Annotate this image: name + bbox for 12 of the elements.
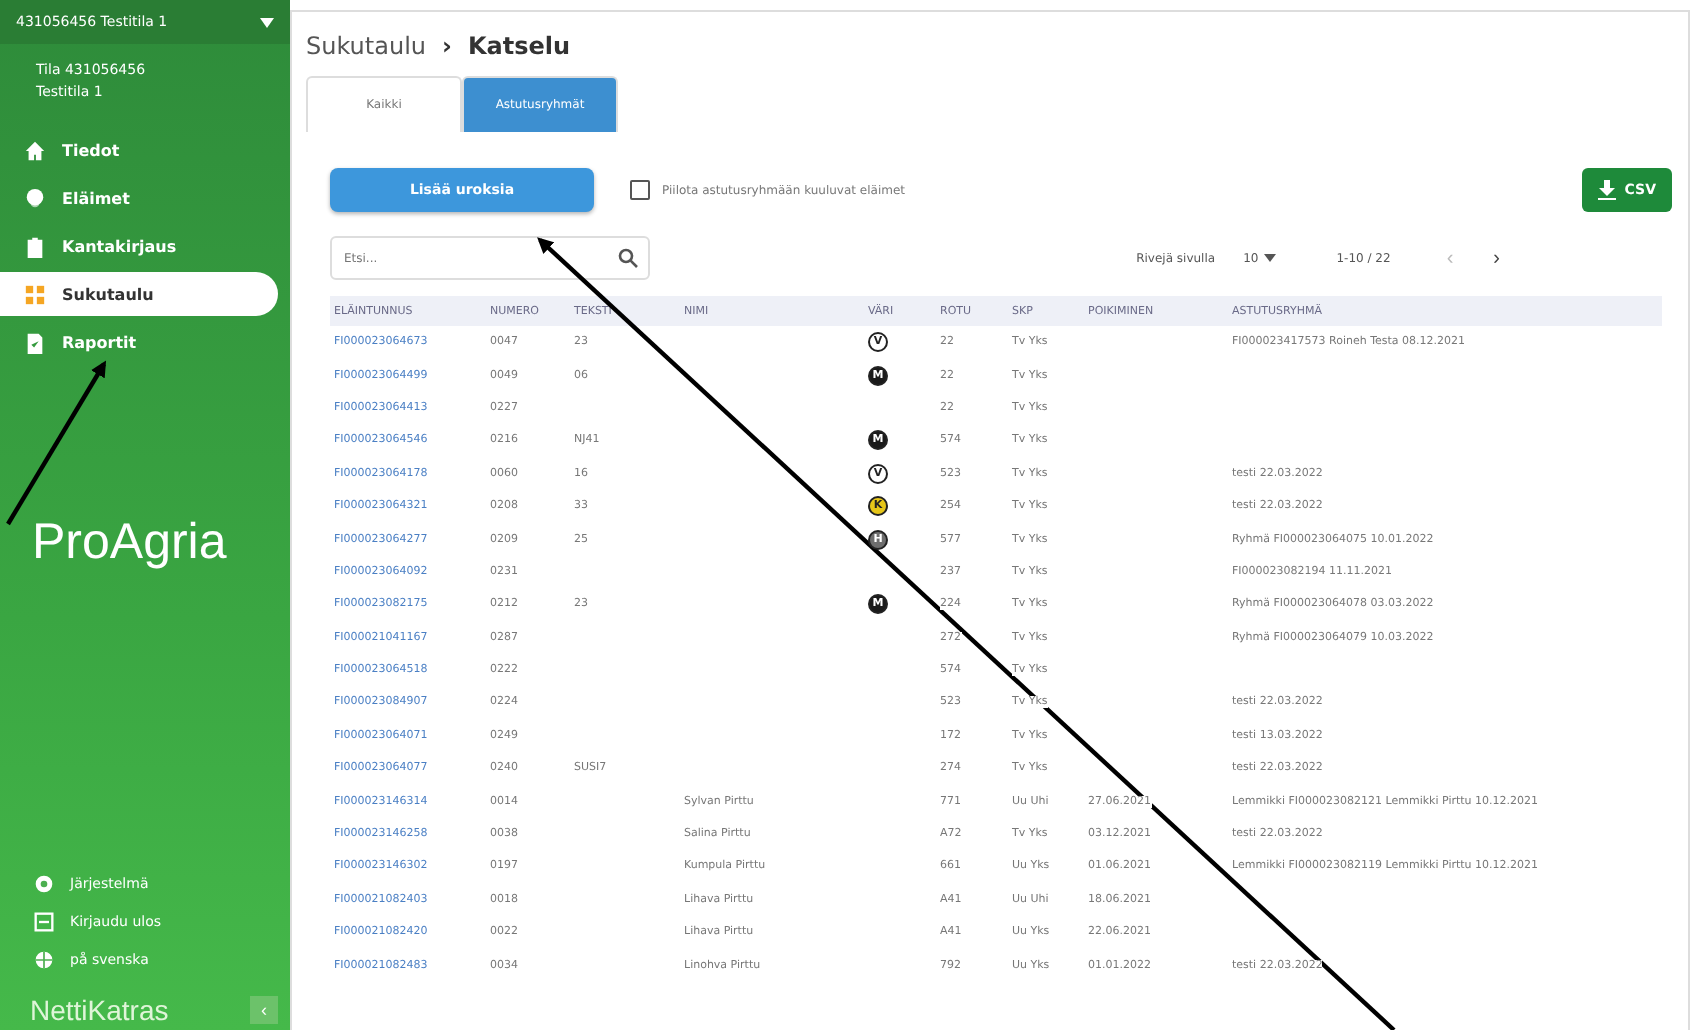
next-page-button[interactable]: ›	[1481, 247, 1512, 269]
nav-item[interactable]: Kantakirjaus	[0, 224, 290, 268]
breadcrumb-link[interactable]: Sukutaulu	[306, 32, 427, 60]
app-name: NettiKatras	[30, 994, 169, 1026]
breadcrumb-separator: ›	[442, 32, 452, 60]
nav-item[interactable]: Eläimet	[0, 176, 290, 220]
nav-item[interactable]: Sukutaulu	[0, 272, 278, 316]
nav-item[interactable]: Tiedot	[0, 128, 290, 172]
collapse-button[interactable]: ‹	[250, 996, 278, 1024]
page-title: Katselu	[467, 32, 571, 60]
logo: ProAgria	[32, 514, 229, 572]
nav-item[interactable]: Raportit	[0, 320, 290, 364]
